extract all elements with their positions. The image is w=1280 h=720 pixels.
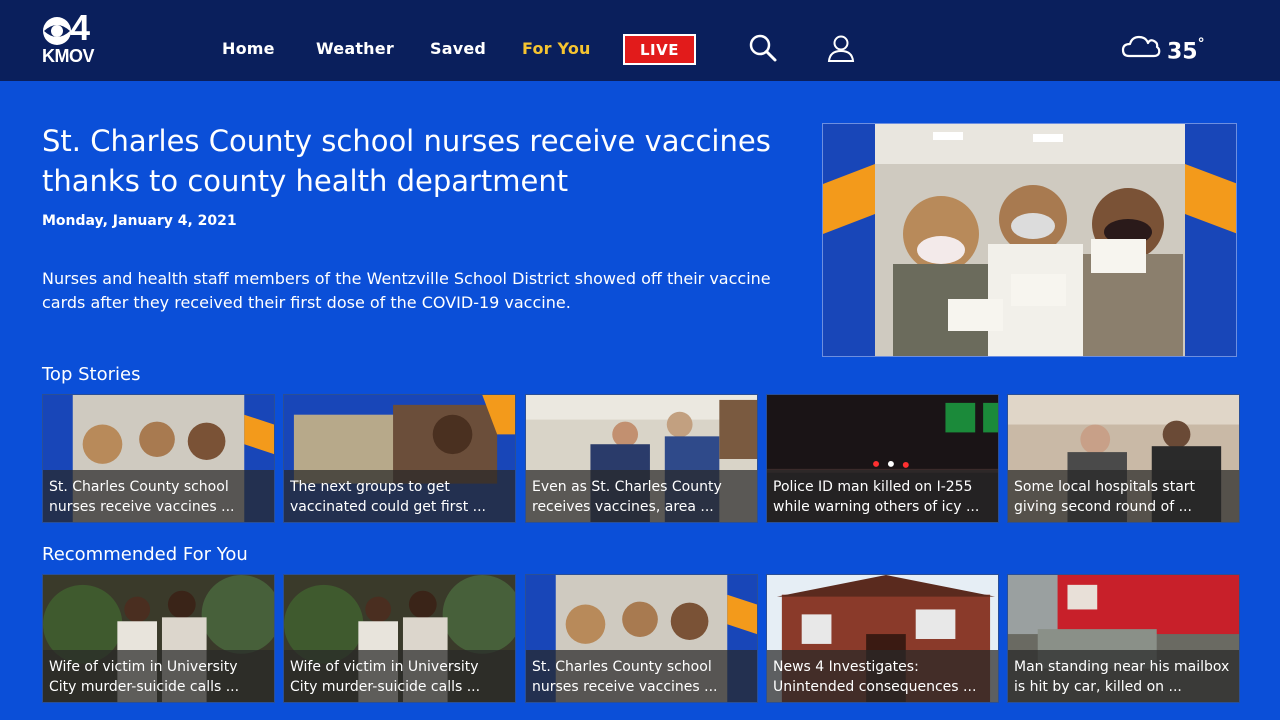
recommended-caption-line: Unintended consequences ... bbox=[773, 679, 977, 695]
recommended-card[interactable]: Wife of victim in University City murder… bbox=[283, 574, 516, 703]
eye-logo-icon bbox=[43, 17, 71, 45]
story-caption: The next groups to get vaccinated could … bbox=[284, 470, 515, 522]
logo-number: 4 bbox=[70, 7, 91, 48]
hero-date: Monday, January 4, 2021 bbox=[42, 213, 237, 229]
nav-for-you[interactable]: For You bbox=[522, 38, 591, 60]
temperature-value: 35 bbox=[1167, 39, 1198, 65]
story-card[interactable]: Police ID man killed on I-255 while warn… bbox=[766, 394, 999, 523]
recommended-caption-line: Wife of victim in University bbox=[49, 659, 238, 675]
nav-weather[interactable]: Weather bbox=[316, 38, 394, 60]
story-caption-line: nurses receive vaccines ... bbox=[49, 499, 235, 515]
hero-image[interactable] bbox=[822, 123, 1237, 357]
story-caption-line: giving second round of ... bbox=[1014, 499, 1192, 515]
recommended-caption: Wife of victim in University City murder… bbox=[43, 650, 274, 702]
story-card[interactable]: Even as St. Charles County receives vacc… bbox=[525, 394, 758, 523]
nav-home[interactable]: Home bbox=[222, 38, 275, 60]
logo-call-letters: KMOV bbox=[42, 46, 95, 66]
recommended-card[interactable]: Wife of victim in University City murder… bbox=[42, 574, 275, 703]
search-icon[interactable] bbox=[748, 33, 778, 63]
story-caption-line: Even as St. Charles County bbox=[532, 479, 722, 495]
recommended-caption: Man standing near his mailbox is hit by … bbox=[1008, 650, 1239, 702]
recommended-caption-line: News 4 Investigates: bbox=[773, 659, 919, 675]
story-caption-line: Police ID man killed on I-255 bbox=[773, 479, 973, 495]
recommended-card[interactable]: St. Charles County school nurses receive… bbox=[525, 574, 758, 703]
top-stories-heading: Top Stories bbox=[42, 364, 141, 385]
recommended-caption: St. Charles County school nurses receive… bbox=[526, 650, 757, 702]
recommended-caption-line: nurses receive vaccines ... bbox=[532, 679, 718, 695]
nav-saved[interactable]: Saved bbox=[430, 38, 486, 60]
recommended-caption-line: is hit by car, killed on ... bbox=[1014, 679, 1182, 695]
account-icon[interactable] bbox=[826, 33, 856, 63]
recommended-caption: News 4 Investigates: Unintended conseque… bbox=[767, 650, 998, 702]
story-caption-line: while warning others of icy ... bbox=[773, 499, 980, 515]
recommended-card[interactable]: News 4 Investigates: Unintended conseque… bbox=[766, 574, 999, 703]
story-caption: Even as St. Charles County receives vacc… bbox=[526, 470, 757, 522]
hero-summary: Nurses and health staff members of the W… bbox=[42, 269, 771, 312]
station-logo[interactable]: 4 KMOV bbox=[42, 10, 106, 67]
recommended-heading: Recommended For You bbox=[42, 544, 248, 565]
recommended-caption-line: City murder-suicide calls ... bbox=[49, 679, 240, 695]
recommended-caption-line: Man standing near his mailbox bbox=[1014, 659, 1230, 675]
temperature: 35° bbox=[1167, 31, 1205, 67]
story-caption: St. Charles County school nurses receive… bbox=[43, 470, 274, 522]
hero-photo bbox=[823, 124, 1236, 356]
story-card[interactable]: Some local hospitals start giving second… bbox=[1007, 394, 1240, 523]
story-caption: Some local hospitals start giving second… bbox=[1008, 470, 1239, 522]
recommended-caption: Wife of victim in University City murder… bbox=[284, 650, 515, 702]
recommended-caption-line: Wife of victim in University bbox=[290, 659, 479, 675]
recommended-caption-line: City murder-suicide calls ... bbox=[290, 679, 481, 695]
story-caption-line: vaccinated could get first ... bbox=[290, 499, 486, 515]
story-card[interactable]: St. Charles County school nurses receive… bbox=[42, 394, 275, 523]
live-button[interactable]: LIVE bbox=[623, 34, 696, 65]
top-navigation-bar: 4 KMOV Home Weather Saved For You LIVE 3… bbox=[0, 0, 1280, 81]
story-caption-line: The next groups to get bbox=[290, 479, 450, 495]
degree-symbol: ° bbox=[1197, 36, 1205, 52]
story-caption: Police ID man killed on I-255 while warn… bbox=[767, 470, 998, 522]
recommended-caption-line: St. Charles County school bbox=[532, 659, 712, 675]
story-caption-line: St. Charles County school bbox=[49, 479, 229, 495]
cloud-icon bbox=[1121, 35, 1161, 58]
story-card[interactable]: The next groups to get vaccinated could … bbox=[283, 394, 516, 523]
recommended-card[interactable]: Man standing near his mailbox is hit by … bbox=[1007, 574, 1240, 703]
hero-headline[interactable]: St. Charles County school nurses receive… bbox=[42, 121, 782, 201]
story-caption-line: Some local hospitals start bbox=[1014, 479, 1196, 495]
story-caption-line: receives vaccines, area ... bbox=[532, 499, 714, 515]
